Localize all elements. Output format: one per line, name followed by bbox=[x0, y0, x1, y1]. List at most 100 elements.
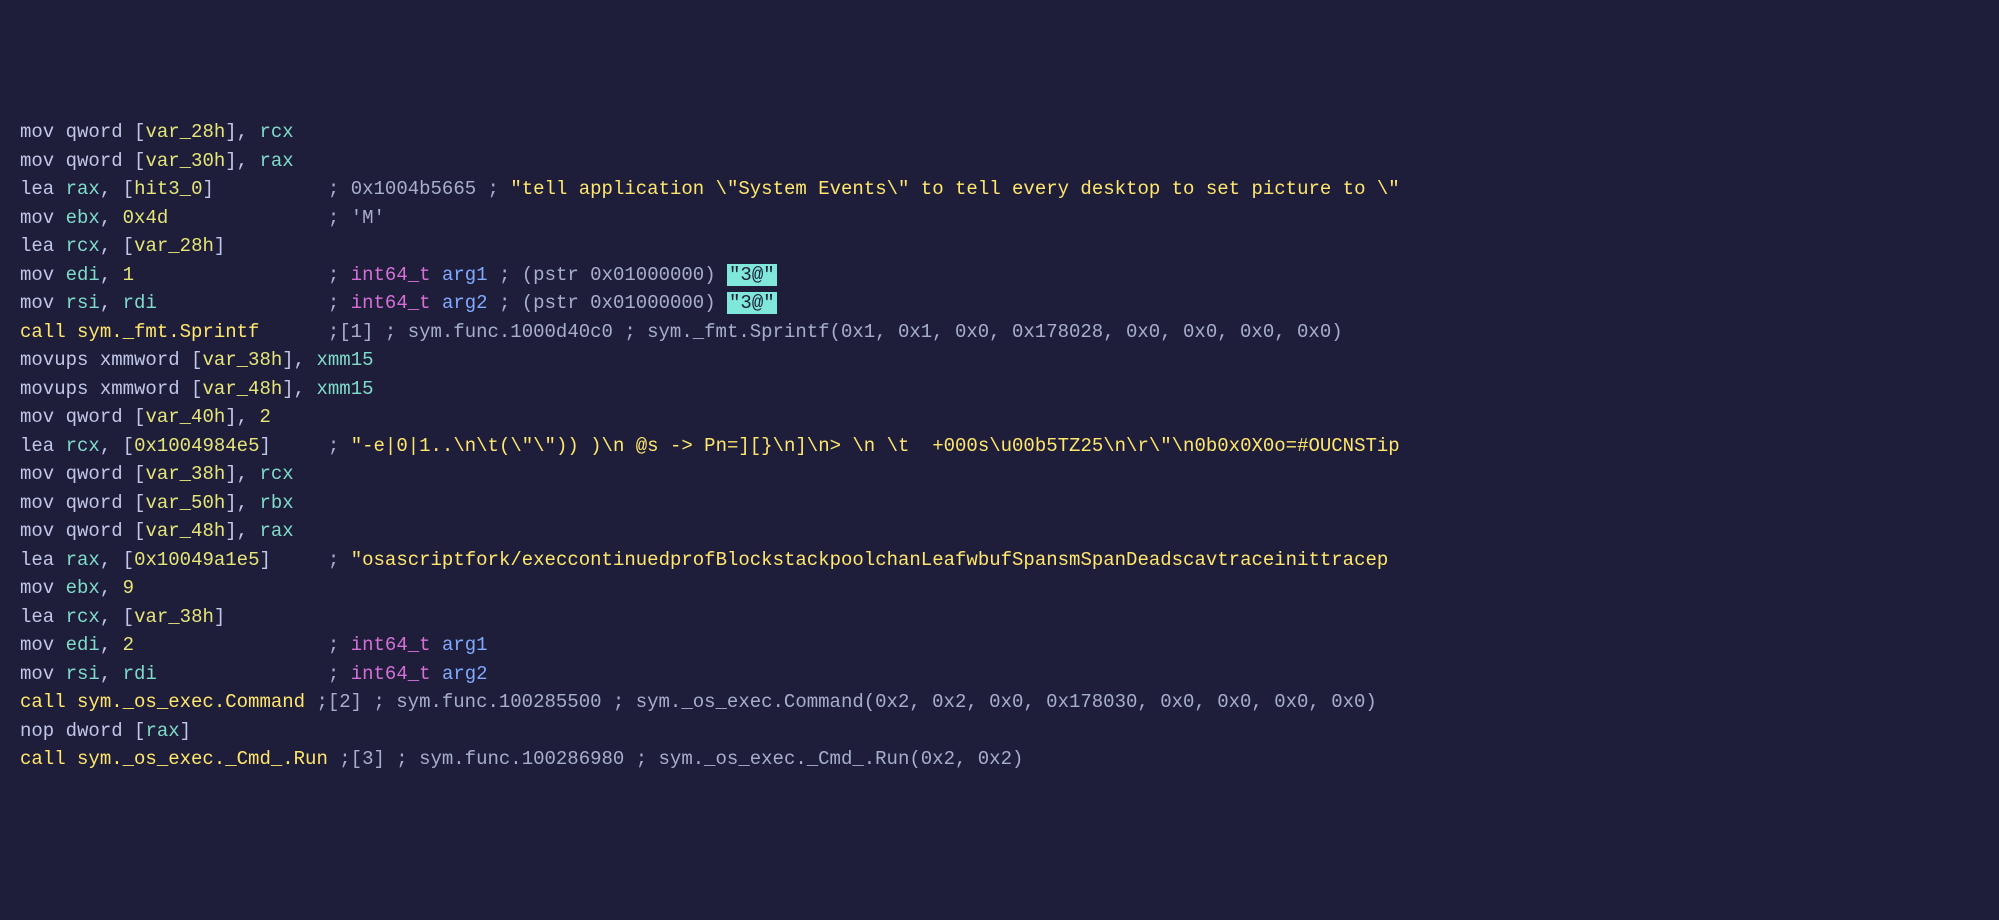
token-reg: rax bbox=[66, 178, 100, 200]
token-default: ] bbox=[180, 720, 191, 742]
token-default: qword [ bbox=[54, 463, 145, 485]
token-argname: arg2 bbox=[442, 663, 488, 685]
token-default: ], bbox=[225, 406, 259, 428]
token-mnemonic: mov bbox=[20, 492, 54, 514]
token-mnemonic: mov bbox=[20, 463, 54, 485]
token-comment bbox=[431, 292, 442, 314]
token-default bbox=[54, 264, 65, 286]
token-mnemonic: mov bbox=[20, 150, 54, 172]
token-mnemonic: lea bbox=[20, 606, 54, 628]
asm-line[interactable]: call sym._os_exec.Command ;[2] ; sym.fun… bbox=[20, 688, 1979, 717]
asm-line[interactable]: nop dword [rax] bbox=[20, 717, 1979, 746]
token-comment: ; (pstr 0x01000000) bbox=[488, 264, 727, 286]
asm-line[interactable]: mov qword [var_38h], rcx bbox=[20, 460, 1979, 489]
token-default: qword [ bbox=[54, 150, 145, 172]
disassembly-listing[interactable]: mov qword [var_28h], rcxmov qword [var_3… bbox=[20, 118, 1979, 774]
token-mnemonic: nop bbox=[20, 720, 54, 742]
token-reg: rax bbox=[66, 549, 100, 571]
token-reg: edi bbox=[66, 264, 100, 286]
token-default bbox=[305, 691, 316, 713]
asm-line[interactable]: mov qword [var_30h], rax bbox=[20, 147, 1979, 176]
asm-line[interactable]: mov ebx, 9 bbox=[20, 574, 1979, 603]
token-comment: ;[3] ; sym.func.100286980 ; sym._os_exec… bbox=[339, 748, 1023, 770]
asm-line[interactable]: lea rcx, [var_38h] bbox=[20, 603, 1979, 632]
token-comment: ; bbox=[328, 435, 351, 457]
token-call-target: call sym._os_exec._Cmd_.Run bbox=[20, 748, 328, 770]
asm-line[interactable]: mov qword [var_28h], rcx bbox=[20, 118, 1979, 147]
asm-line[interactable]: call sym._fmt.Sprintf ;[1] ; sym.func.10… bbox=[20, 318, 1979, 347]
asm-line[interactable]: mov rsi, rdi ; int64_t arg2 bbox=[20, 660, 1979, 689]
token-default: , bbox=[100, 577, 123, 599]
token-reg: ebx bbox=[66, 577, 100, 599]
asm-line[interactable]: movups xmmword [var_48h], xmm15 bbox=[20, 375, 1979, 404]
token-mnemonic: lea bbox=[20, 549, 54, 571]
token-default: , bbox=[100, 292, 123, 314]
token-default: ], bbox=[225, 463, 259, 485]
token-string: "osascriptfork/execcontinuedprofBlocksta… bbox=[351, 549, 1389, 571]
token-default: , [ bbox=[100, 178, 134, 200]
asm-line[interactable]: lea rax, [0x10049a1e5] ; "osascriptfork/… bbox=[20, 546, 1979, 575]
token-string: "-e|0|1..\n\t(\"\")) )\n @s -> Pn=][}\n]… bbox=[351, 435, 1400, 457]
token-default bbox=[54, 549, 65, 571]
token-var: var_28h bbox=[145, 121, 225, 143]
asm-line[interactable]: mov edi, 1 ; int64_t arg1 ; (pstr 0x0100… bbox=[20, 261, 1979, 290]
token-default: ], bbox=[282, 349, 316, 371]
token-reg: rdi bbox=[123, 292, 157, 314]
token-mnemonic: lea bbox=[20, 235, 54, 257]
token-default: qword [ bbox=[54, 520, 145, 542]
token-default: qword [ bbox=[54, 121, 145, 143]
token-default bbox=[168, 207, 328, 229]
token-default: ], bbox=[225, 520, 259, 542]
token-default: ], bbox=[282, 378, 316, 400]
token-default: ] bbox=[214, 606, 225, 628]
token-comment: ;[2] ; sym.func.100285500 ; sym._os_exec… bbox=[316, 691, 1376, 713]
token-comment: ; bbox=[328, 663, 351, 685]
asm-line[interactable]: mov qword [var_48h], rax bbox=[20, 517, 1979, 546]
token-mnemonic: lea bbox=[20, 435, 54, 457]
token-reg: rcx bbox=[259, 121, 293, 143]
token-reg: edi bbox=[66, 634, 100, 656]
asm-line[interactable]: mov rsi, rdi ; int64_t arg2 ; (pstr 0x01… bbox=[20, 289, 1979, 318]
token-default: ] bbox=[202, 178, 327, 200]
token-default bbox=[157, 663, 328, 685]
token-default: xmmword [ bbox=[88, 349, 202, 371]
token-default bbox=[54, 577, 65, 599]
token-mnemonic: movups bbox=[20, 349, 88, 371]
token-default bbox=[54, 178, 65, 200]
asm-line[interactable]: movups xmmword [var_38h], xmm15 bbox=[20, 346, 1979, 375]
token-reg: ebx bbox=[66, 207, 100, 229]
token-mnemonic: mov bbox=[20, 663, 54, 685]
asm-line[interactable]: call sym._os_exec._Cmd_.Run ;[3] ; sym.f… bbox=[20, 745, 1979, 774]
asm-line[interactable]: mov qword [var_50h], rbx bbox=[20, 489, 1979, 518]
token-mnemonic: mov bbox=[20, 634, 54, 656]
token-mnemonic: mov bbox=[20, 264, 54, 286]
token-default bbox=[259, 321, 327, 343]
token-comment: ; 'M' bbox=[328, 207, 385, 229]
token-default: , [ bbox=[100, 549, 134, 571]
asm-line[interactable]: lea rcx, [0x1004984e5] ; "-e|0|1..\n\t(\… bbox=[20, 432, 1979, 461]
token-num: 0x4d bbox=[123, 207, 169, 229]
token-default bbox=[54, 292, 65, 314]
token-reg: rax bbox=[259, 150, 293, 172]
token-default bbox=[54, 663, 65, 685]
token-var: var_40h bbox=[145, 406, 225, 428]
token-default: qword [ bbox=[54, 492, 145, 514]
token-reg: rcx bbox=[66, 235, 100, 257]
token-reg: rdi bbox=[123, 663, 157, 685]
token-type: int64_t bbox=[351, 292, 431, 314]
token-reg: rcx bbox=[259, 463, 293, 485]
asm-line[interactable]: lea rcx, [var_28h] bbox=[20, 232, 1979, 261]
asm-line[interactable]: mov ebx, 0x4d ; 'M' bbox=[20, 204, 1979, 233]
token-reg: rax bbox=[145, 720, 179, 742]
token-default: xmmword [ bbox=[88, 378, 202, 400]
token-var: var_38h bbox=[134, 606, 214, 628]
token-var: var_30h bbox=[145, 150, 225, 172]
token-default bbox=[54, 634, 65, 656]
token-call-target: call sym._os_exec.Command bbox=[20, 691, 305, 713]
asm-line[interactable]: mov edi, 2 ; int64_t arg1 bbox=[20, 631, 1979, 660]
asm-line[interactable]: mov qword [var_40h], 2 bbox=[20, 403, 1979, 432]
token-highlight: "3@" bbox=[727, 264, 777, 286]
token-mnemonic: mov bbox=[20, 207, 54, 229]
token-argname: arg2 bbox=[442, 292, 488, 314]
asm-line[interactable]: lea rax, [hit3_0] ; 0x1004b5665 ; "tell … bbox=[20, 175, 1979, 204]
